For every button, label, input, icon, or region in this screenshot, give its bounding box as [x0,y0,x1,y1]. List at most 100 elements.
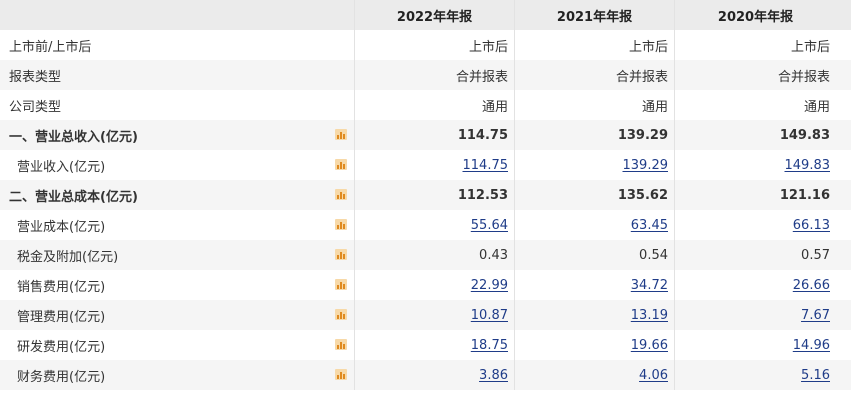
bar-chart-icon[interactable] [335,159,347,170]
row-label-cell: 税金及附加(亿元) [0,240,355,270]
value-cell: 10.87 [355,300,515,330]
value-cell: 149.83 [675,150,836,180]
value-link[interactable]: 66.13 [793,218,830,233]
value-text: 合并报表 [615,69,668,85]
value-cell: 139.29 [515,120,675,150]
value-cell: 上市后 [515,30,675,60]
table-body: 上市前/上市后 上市后 上市后 上市后 报表类型 合并报表 合并报表 合并报表 公司类型 通用 通用… [0,30,851,390]
value-link[interactable]: 4.06 [639,368,668,383]
value-cell: 34.72 [515,270,675,300]
bar-chart-icon[interactable] [335,309,347,320]
value-cell: 0.57 [675,240,836,270]
value-text: 114.75 [457,127,508,143]
column-header-2020[interactable]: 2020年年报 [675,0,836,30]
value-cell: 26.66 [675,270,836,300]
table-header: 2022年年报 2021年年报 2020年年报 [0,0,851,30]
row-label: 营业收入(亿元) [17,159,106,175]
value-cell: 合并报表 [515,60,675,90]
row-label-cell: 管理费用(亿元) [0,300,355,330]
value-text: 通用 [481,99,508,115]
value-cell: 139.29 [515,150,675,180]
column-header-2021[interactable]: 2021年年报 [515,0,675,30]
value-link[interactable]: 139.29 [623,158,669,173]
value-cell: 3.86 [355,360,515,390]
value-text: 合并报表 [777,69,830,85]
value-link[interactable]: 114.75 [463,158,509,173]
value-link[interactable]: 19.66 [631,338,668,353]
value-link[interactable]: 26.66 [793,278,830,293]
value-cell: 13.19 [515,300,675,330]
table-row: 财务费用(亿元) 3.86 4.06 5.16 [0,360,851,390]
value-text: 0.57 [801,247,830,263]
row-label-cell: 营业收入(亿元) [0,150,355,180]
value-text: 上市后 [468,39,508,55]
value-link[interactable]: 13.19 [631,308,668,323]
value-cell: 合并报表 [675,60,836,90]
value-link[interactable]: 55.64 [471,218,508,233]
value-cell: 7.67 [675,300,836,330]
table-row: 销售费用(亿元) 22.99 34.72 26.66 [0,270,851,300]
value-link[interactable]: 14.96 [793,338,830,353]
value-cell: 18.75 [355,330,515,360]
row-label-cell: 一、营业总收入(亿元) [0,120,355,150]
value-link[interactable]: 7.67 [801,308,830,323]
bar-chart-icon[interactable] [335,339,347,350]
row-label-cell: 营业成本(亿元) [0,210,355,240]
value-cell: 通用 [675,90,836,120]
value-text: 上市后 [790,39,830,55]
value-cell: 66.13 [675,210,836,240]
value-text: 149.83 [779,127,830,143]
row-label-cell: 上市前/上市后 [0,30,355,60]
table-row: 报表类型 合并报表 合并报表 合并报表 [0,60,851,90]
value-text: 0.43 [479,247,508,263]
value-cell: 合并报表 [355,60,515,90]
value-link[interactable]: 3.86 [479,368,508,383]
value-cell: 上市后 [355,30,515,60]
row-label: 一、营业总收入(亿元) [9,129,138,145]
row-label: 公司类型 [9,99,62,115]
table-row: 一、营业总收入(亿元) 114.75 139.29 149.83 [0,120,851,150]
value-cell: 通用 [515,90,675,120]
row-label-cell: 公司类型 [0,90,355,120]
bar-chart-icon[interactable] [335,369,347,380]
value-link[interactable]: 5.16 [801,368,830,383]
row-label: 财务费用(亿元) [17,369,106,385]
value-link[interactable]: 22.99 [471,278,508,293]
row-label: 研发费用(亿元) [17,339,106,355]
bar-chart-icon[interactable] [335,279,347,290]
value-link[interactable]: 10.87 [471,308,508,323]
bar-chart-icon[interactable] [335,189,347,200]
table-row: 管理费用(亿元) 10.87 13.19 7.67 [0,300,851,330]
row-label-cell: 销售费用(亿元) [0,270,355,300]
value-cell: 114.75 [355,150,515,180]
value-cell: 22.99 [355,270,515,300]
bar-chart-icon[interactable] [335,219,347,230]
bar-chart-icon[interactable] [335,129,347,140]
value-text: 通用 [641,99,668,115]
table-row: 公司类型 通用 通用 通用 [0,90,851,120]
row-label-cell: 二、营业总成本(亿元) [0,180,355,210]
value-link[interactable]: 18.75 [471,338,508,353]
header-label-cell [0,0,355,30]
column-header-2022[interactable]: 2022年年报 [355,0,515,30]
value-text: 135.62 [617,187,668,203]
bar-chart-icon[interactable] [335,249,347,260]
value-link[interactable]: 63.45 [631,218,668,233]
table-row: 营业收入(亿元) 114.75 139.29 149.83 [0,150,851,180]
table-row: 营业成本(亿元) 55.64 63.45 66.13 [0,210,851,240]
value-text: 121.16 [779,187,830,203]
value-text: 上市后 [628,39,668,55]
row-label-cell: 研发费用(亿元) [0,330,355,360]
value-text: 通用 [803,99,830,115]
table-row: 税金及附加(亿元) 0.43 0.54 0.57 [0,240,851,270]
value-cell: 通用 [355,90,515,120]
value-cell: 114.75 [355,120,515,150]
value-link[interactable]: 149.83 [785,158,831,173]
value-link[interactable]: 34.72 [631,278,668,293]
value-cell: 149.83 [675,120,836,150]
value-text: 139.29 [617,127,668,143]
value-cell: 0.43 [355,240,515,270]
value-cell: 上市后 [675,30,836,60]
value-text: 112.53 [457,187,508,203]
value-text: 0.54 [639,247,668,263]
